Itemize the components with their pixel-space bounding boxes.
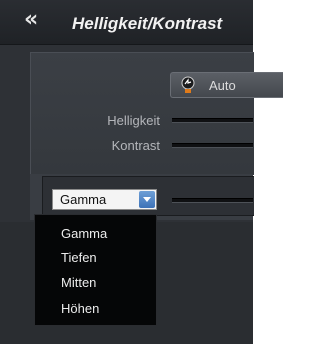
panel-title: Helligkeit/Kontrast	[72, 14, 223, 33]
brightness-contrast-panel: « Helligkeit/Kontrast Auto Helligkeit Ko…	[0, 0, 283, 344]
tone-range-select[interactable]: Gamma	[52, 189, 157, 210]
tone-range-selected-value: Gamma	[60, 192, 107, 207]
chevron-down-icon[interactable]	[139, 191, 155, 208]
tone-range-dropdown-list: Gamma Tiefen Mitten Höhen	[34, 214, 157, 326]
dropdown-option-gamma[interactable]: Gamma	[61, 226, 107, 241]
dropdown-option-hoehen[interactable]: Höhen	[61, 301, 99, 316]
contrast-slider[interactable]	[172, 143, 253, 148]
auto-button[interactable]: Auto	[170, 72, 283, 98]
brightness-slider[interactable]	[172, 118, 253, 123]
auto-wand-icon	[181, 76, 195, 93]
brightness-label: Helligkeit	[107, 113, 160, 128]
contrast-label: Kontrast	[111, 138, 160, 153]
dropdown-option-tiefen[interactable]: Tiefen	[61, 250, 97, 265]
gamma-slider[interactable]	[172, 198, 253, 203]
title-bar: « Helligkeit/Kontrast	[0, 0, 253, 45]
auto-button-label: Auto	[209, 78, 236, 93]
dropdown-option-mitten[interactable]: Mitten	[61, 275, 96, 290]
collapse-panel-icon[interactable]: «	[24, 9, 38, 31]
